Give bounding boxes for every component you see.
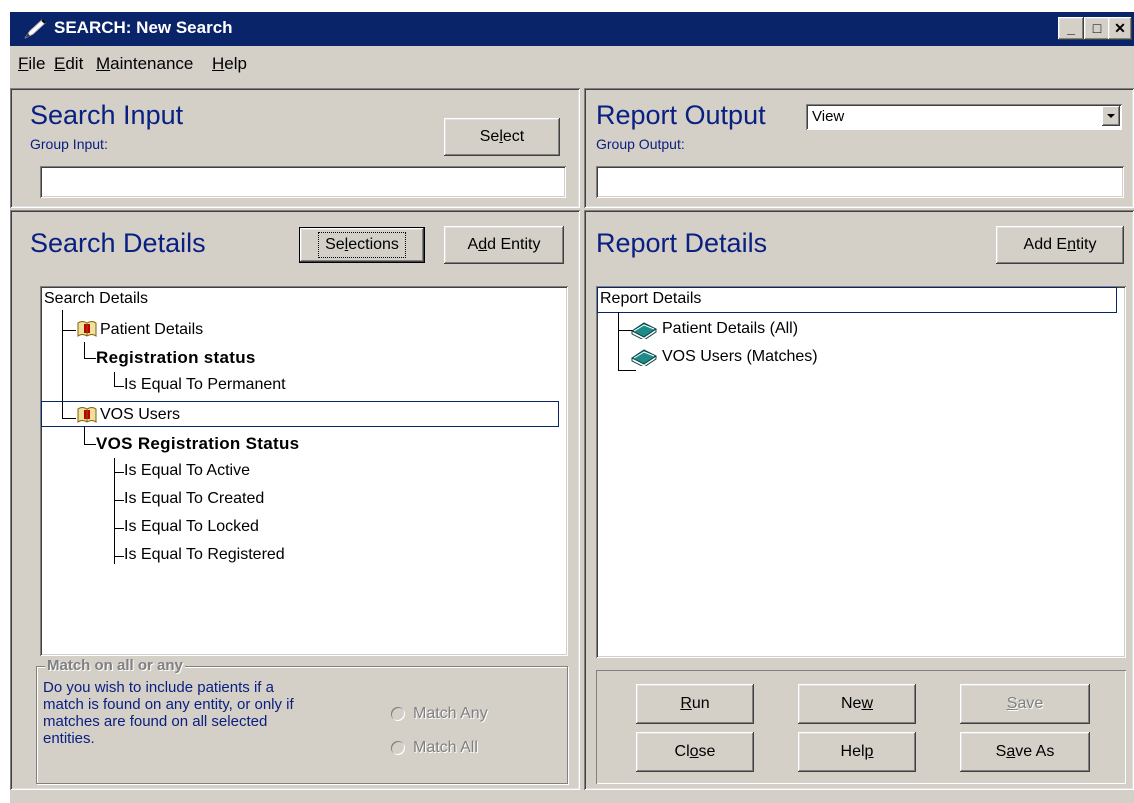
tree-node-vos-registration-status[interactable]: VOS Registration Status	[96, 434, 299, 454]
menu-help[interactable]: Help	[212, 54, 247, 74]
minimize-icon: _	[1067, 20, 1075, 36]
window-title: SEARCH: New Search	[54, 18, 233, 37]
report-details-tree[interactable]: Report Details Patient Details (All) VOS…	[596, 286, 1126, 658]
app-window: SEARCH: New Search _ □ ✕ File Edit Maint…	[10, 12, 1134, 803]
match-legend: Match on all or any	[45, 657, 185, 674]
report-output-dropdown[interactable]: View	[806, 104, 1122, 130]
tree-connector	[114, 528, 124, 529]
tree-connector	[114, 472, 124, 473]
run-button[interactable]: Run	[636, 684, 754, 724]
report-details-heading: Report Details	[596, 228, 768, 258]
minimize-button[interactable]: _	[1058, 17, 1084, 40]
search-details-tree[interactable]: Search Details Patient Details Registrat…	[40, 286, 568, 656]
chevron-down-icon[interactable]	[1102, 106, 1120, 126]
tree-connector	[618, 370, 636, 371]
selections-button[interactable]: Selections	[299, 227, 425, 263]
group-input-field[interactable]	[40, 166, 566, 198]
tree-connector	[114, 386, 124, 387]
new-button[interactable]: New	[798, 684, 916, 724]
tree-connector	[84, 444, 96, 445]
group-input-label: Group Input:	[30, 136, 108, 152]
tree-connector	[114, 556, 124, 557]
close-window-button[interactable]: ✕	[1108, 17, 1132, 40]
tree-root[interactable]: Search Details	[44, 290, 148, 308]
report-add-entity-button[interactable]: Add Entity	[996, 226, 1124, 264]
tree-connector	[114, 500, 124, 501]
book-icon	[77, 321, 97, 337]
group-output-field[interactable]	[596, 166, 1124, 198]
search-details-panel: Search Details Selections Add Entity Sea…	[10, 210, 580, 790]
action-button-group: Run New Save Close Help Save As	[596, 670, 1126, 784]
app-pen-icon	[24, 19, 46, 39]
menu-file[interactable]: File	[18, 54, 45, 74]
tree-node-is-equal-permanent[interactable]: Is Equal To Permanent	[124, 376, 286, 394]
help-button[interactable]: Help	[798, 732, 916, 772]
tree-node-is-equal-active[interactable]: Is Equal To Active	[124, 462, 250, 480]
tree-connector	[84, 342, 85, 358]
match-all-radio[interactable]	[391, 741, 405, 755]
report-node-vos-users[interactable]: VOS Users (Matches)	[662, 348, 818, 366]
tree-node-patient-details[interactable]: Patient Details	[100, 321, 203, 339]
title-bar[interactable]: SEARCH: New Search _ □ ✕	[10, 12, 1134, 46]
tree-node-is-equal-registered[interactable]: Is Equal To Registered	[124, 546, 285, 564]
match-all-label[interactable]: Match All	[413, 739, 478, 757]
search-input-panel: Search Input Group Input: Select	[10, 88, 580, 208]
group-output-label: Group Output:	[596, 136, 685, 152]
tree-connector	[618, 312, 619, 370]
menu-edit[interactable]: Edit	[54, 54, 83, 74]
report-output-panel: Report Output View Group Output:	[584, 88, 1134, 208]
match-any-radio[interactable]	[391, 707, 405, 721]
report-output-heading: Report Output	[596, 100, 766, 130]
match-groupbox: Match on all or any Do you wish to inclu…	[36, 657, 568, 784]
maximize-icon: □	[1092, 20, 1102, 36]
tree-node-is-equal-created[interactable]: Is Equal To Created	[124, 490, 264, 508]
tree-node-vos-users[interactable]: VOS Users	[100, 406, 180, 424]
menu-maintenance[interactable]: Maintenance	[96, 54, 193, 74]
tree-connector	[62, 418, 76, 419]
match-any-label[interactable]: Match Any	[413, 705, 488, 723]
book-icon	[77, 407, 97, 423]
search-input-heading: Search Input	[30, 100, 184, 130]
tree-connector	[84, 426, 85, 444]
save-as-button[interactable]: Save As	[960, 732, 1090, 772]
tree-connector	[62, 330, 76, 331]
select-button[interactable]: Select	[444, 118, 560, 156]
menu-bar: File Edit Maintenance Help	[10, 48, 1134, 76]
close-icon: ✕	[1114, 20, 1126, 36]
tree-connector	[114, 372, 115, 386]
save-button[interactable]: Save	[960, 684, 1090, 724]
match-description: Do you wish to include patients if a mat…	[43, 679, 294, 747]
book-stack-icon	[631, 349, 657, 366]
report-details-panel: Report Details Add Entity Report Details…	[584, 210, 1134, 790]
search-details-heading: Search Details	[30, 228, 206, 258]
add-entity-button[interactable]: Add Entity	[444, 226, 564, 264]
dropdown-selected-value: View	[812, 108, 845, 125]
tree-node-is-equal-locked[interactable]: Is Equal To Locked	[124, 518, 259, 536]
report-tree-root[interactable]: Report Details	[600, 290, 701, 308]
book-stack-icon	[631, 322, 657, 339]
tree-connector	[114, 458, 115, 564]
tree-node-registration-status[interactable]: Registration status	[96, 348, 256, 368]
tree-connector	[84, 358, 96, 359]
maximize-button[interactable]: □	[1084, 17, 1110, 40]
report-node-patient-details[interactable]: Patient Details (All)	[662, 320, 798, 338]
close-button[interactable]: Close	[636, 732, 754, 772]
